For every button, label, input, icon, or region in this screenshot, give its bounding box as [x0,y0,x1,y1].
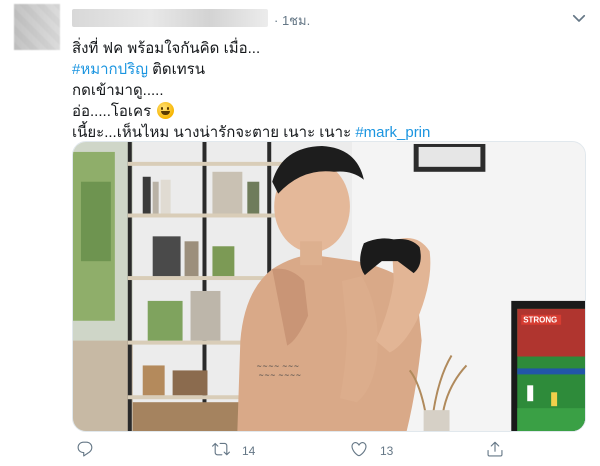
tweet-card[interactable]: · 1ชม. สิ่งที่ ฟค พร้อมใจกันคิด เมื่อ...… [0,0,600,466]
svg-text:~~~~ ~~~: ~~~~ ~~~ [256,362,299,370]
tweet-photo[interactable]: ~~~~ ~~~ ~~~ ~~~~ STRONG [72,141,586,432]
avatar[interactable] [14,4,60,50]
chevron-down-icon[interactable] [570,9,588,27]
like-count: 13 [380,443,394,458]
tweet-line-4-text: อ่อ.....โอเคร [72,103,152,120]
tweet-line-3: กดเข้ามาดู..... [72,82,164,99]
tweet-actions: 14 13 [72,440,582,462]
tweet-line-4: อ่อ.....โอเคร [72,101,582,122]
heart-icon [350,440,368,461]
tweet-timestamp[interactable]: · 1ชม. [274,10,310,31]
tweet-line-5-text: เนี้ยะ...เห็นไหม นางน่ารักจะตาย เนาะ เนา… [72,124,356,141]
retweet-icon [212,440,230,461]
photo-illustration: ~~~~ ~~~ ~~~ ~~~~ STRONG [73,142,585,431]
grinning-face-emoji-icon [157,102,175,119]
retweet-count: 14 [242,443,256,458]
hashtag-link[interactable]: #mark_prin [355,124,430,141]
like-button[interactable]: 13 [350,440,393,461]
tweet-line-1: สิ่งที่ ฟค พร้อมใจกันคิด เมื่อ... [72,40,261,57]
reply-button[interactable] [76,440,94,461]
retweet-button[interactable]: 14 [212,440,255,461]
tweet-line-5: เนี้ยะ...เห็นไหม นางน่ารักจะตาย เนาะ เนา… [72,122,582,143]
reply-icon [76,440,94,461]
tweet-text: สิ่งที่ ฟค พร้อมใจกันคิด เมื่อ... #หมากป… [72,38,582,143]
svg-text:~~~ ~~~~: ~~~ ~~~~ [258,371,301,379]
tweet-line-2-text: ติดเทรน [147,61,205,78]
share-icon [486,440,504,461]
svg-text:STRONG: STRONG [523,316,557,325]
author-name-redacted[interactable] [72,9,268,27]
share-button[interactable] [486,440,504,461]
hashtag-link[interactable]: #หมากปริญ [72,61,148,78]
tweet-line-2: #หมากปริญ ติดเทรน [72,59,582,80]
